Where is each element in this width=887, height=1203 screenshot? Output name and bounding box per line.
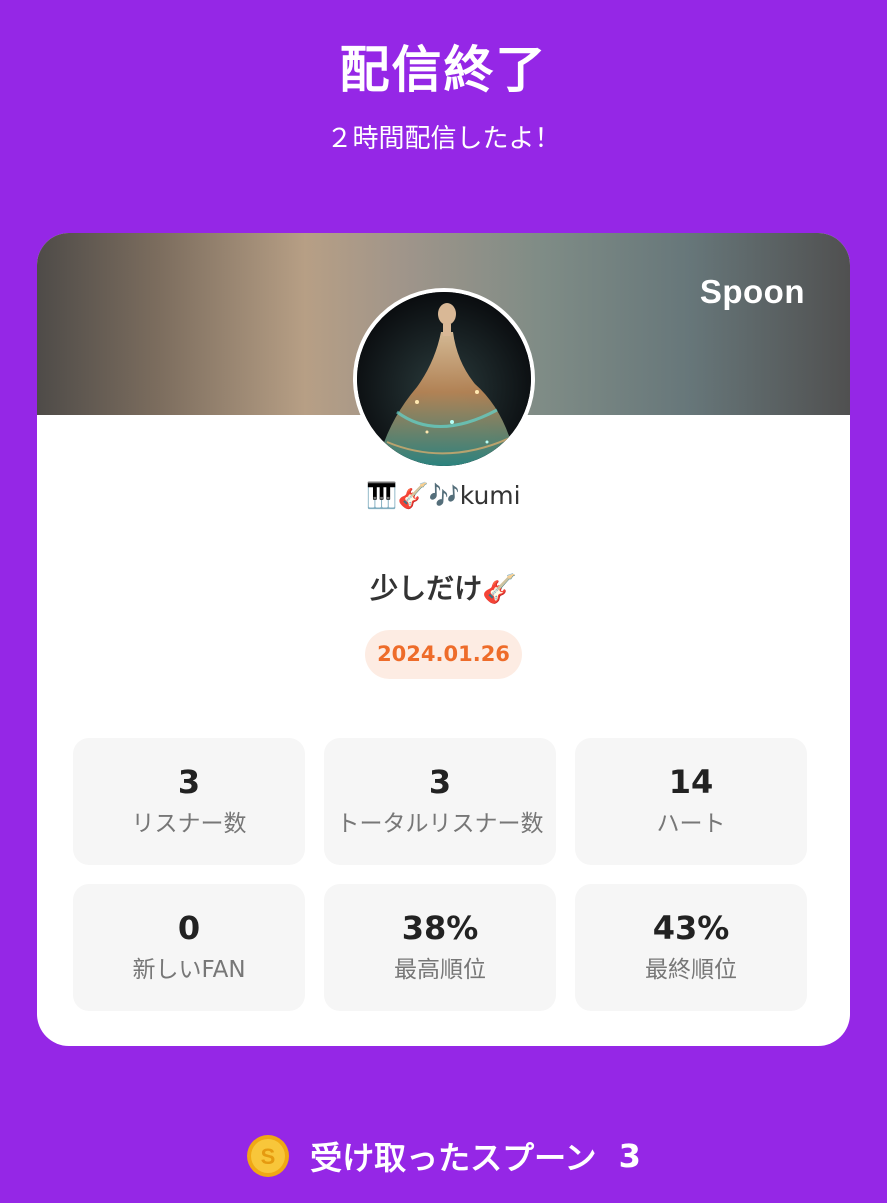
stat-value: 3 <box>177 763 201 801</box>
stat-highest-rank: 38% 最高順位 <box>324 884 556 1011</box>
page-title: 配信終了 <box>339 41 548 99</box>
stat-label: 新しいFAN <box>132 957 246 983</box>
stat-label: ハート <box>656 811 726 837</box>
username[interactable]: 🎹🎸🎶kumi <box>37 481 850 511</box>
stat-label: トータルリスナー数 <box>336 811 544 837</box>
broadcast-title: 少しだけ🎸 <box>370 572 517 605</box>
stat-value: 38% <box>401 909 479 947</box>
coin-glyph: S <box>261 1144 276 1169</box>
spoon-coin-icon: S <box>247 1135 290 1177</box>
stat-value: 14 <box>668 763 714 801</box>
received-spoons-label: 受け取ったスプーン <box>310 1139 597 1177</box>
date-badge: 2024.01.26 <box>365 630 522 679</box>
stat-label: リスナー数 <box>131 811 247 837</box>
stat-hearts: 14 ハート <box>575 738 807 865</box>
received-spoons-count: 3 <box>618 1137 641 1175</box>
stat-final-rank: 43% 最終順位 <box>575 884 807 1011</box>
stat-listeners: 3 リスナー数 <box>73 738 305 865</box>
stat-value: 0 <box>177 909 201 947</box>
stat-value: 43% <box>652 909 730 947</box>
page-subtitle: ２時間配信したよ！ <box>326 124 561 154</box>
stat-total-listeners: 3 トータルリスナー数 <box>324 738 556 865</box>
stat-new-fans: 0 新しいFAN <box>73 884 305 1011</box>
broadcast-summary-card: Spoon 🎹🎸🎶kumi 少しだけ🎸 2024.01.26 3 リスナー数 3… <box>37 233 850 1046</box>
brand-logo: Spoon <box>699 273 805 310</box>
stat-value: 3 <box>428 763 452 801</box>
stats-grid: 3 リスナー数 3 トータルリスナー数 14 ハート 0 新しいFAN 38% … <box>73 738 807 1011</box>
avatar[interactable] <box>353 288 535 470</box>
received-spoons: S 受け取ったスプーン 3 <box>0 1128 887 1184</box>
stat-label: 最終順位 <box>645 957 737 983</box>
stat-label: 最高順位 <box>394 957 486 983</box>
